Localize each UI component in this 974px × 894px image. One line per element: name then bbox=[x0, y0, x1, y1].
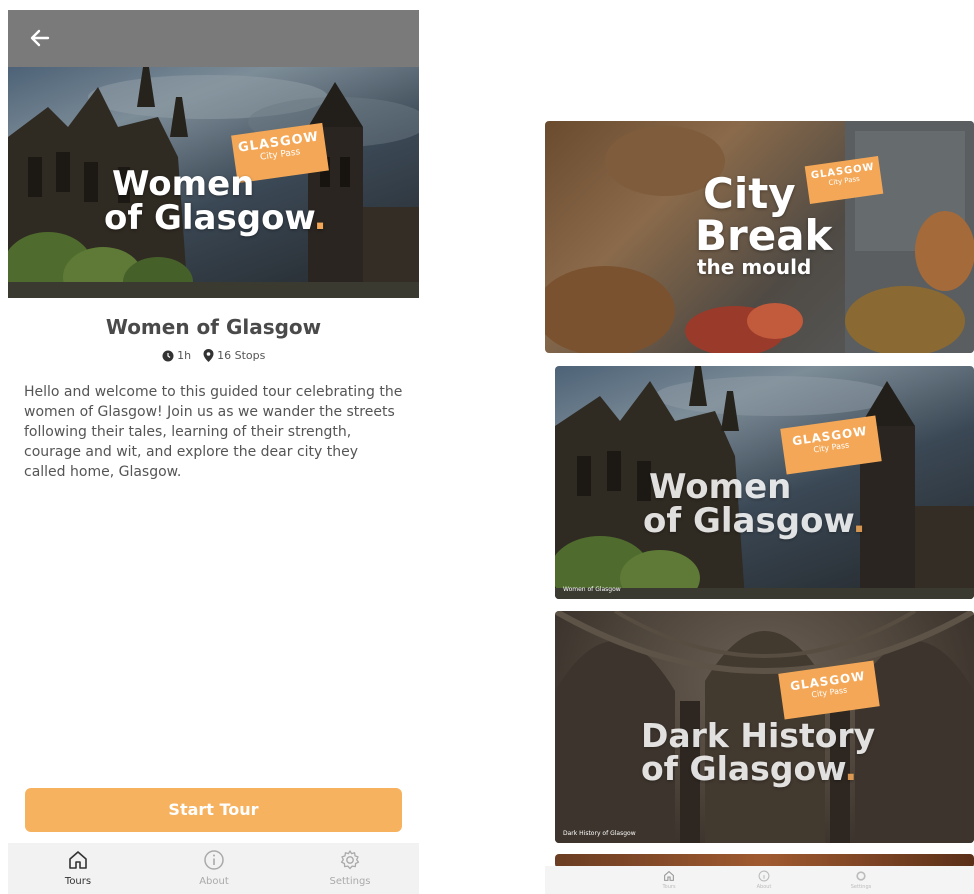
bottom-navigation: Tours About Settings bbox=[545, 866, 974, 894]
card-title-dark-history: Dark History of Glasgow. bbox=[641, 716, 876, 788]
tour-detail-screen: GLASGOW City Pass Women of Glasgow. Wome… bbox=[8, 10, 419, 894]
location-pin-icon bbox=[203, 348, 214, 362]
card-title-women-of-glasgow: Women of Glasgow. bbox=[643, 467, 866, 541]
info-icon bbox=[204, 850, 224, 870]
tour-card-dark-history[interactable]: GLASGOW City Pass Dark History of Glasgo… bbox=[555, 611, 974, 843]
nav-tab-settings[interactable]: Settings bbox=[305, 849, 395, 887]
gear-icon bbox=[340, 850, 360, 870]
back-arrow-icon[interactable] bbox=[26, 24, 54, 52]
nav-tab-about[interactable]: About bbox=[169, 849, 259, 887]
nav-tab-settings[interactable]: Settings bbox=[841, 870, 881, 890]
home-icon bbox=[69, 851, 87, 869]
bottom-navigation: Tours About Settings bbox=[8, 843, 419, 894]
tour-card-women-of-glasgow[interactable]: GLASGOW City Pass Women of Glasgow. Wome… bbox=[555, 366, 974, 599]
start-tour-button[interactable]: Start Tour bbox=[25, 788, 402, 832]
hero-title-overlay: Women of Glasgow. bbox=[104, 164, 327, 238]
tour-meta: 1h 16 Stops bbox=[8, 348, 419, 362]
info-icon bbox=[758, 870, 770, 882]
tour-stops: 16 Stops bbox=[217, 348, 266, 362]
nav-tab-about[interactable]: About bbox=[744, 870, 784, 890]
card-caption: Dark History of Glasgow bbox=[563, 830, 636, 837]
nav-tab-tours[interactable]: Tours bbox=[33, 849, 123, 887]
card-title-city-break: City Break the mould bbox=[695, 169, 833, 279]
tour-hero-image: GLASGOW City Pass Women of Glasgow. bbox=[8, 67, 419, 298]
app-bar bbox=[8, 10, 419, 67]
clock-icon bbox=[162, 349, 174, 362]
tour-duration: 1h bbox=[177, 348, 192, 362]
home-icon bbox=[664, 870, 674, 881]
tours-list-screen: GLASGOW City Pass City Break the mould G… bbox=[545, 121, 974, 894]
gear-icon bbox=[856, 871, 866, 881]
tour-card-city-break[interactable]: GLASGOW City Pass City Break the mould bbox=[545, 121, 974, 353]
tour-title: Women of Glasgow bbox=[105, 315, 322, 339]
nav-tab-tours[interactable]: Tours bbox=[649, 870, 689, 890]
card-caption: Women of Glasgow bbox=[563, 586, 621, 593]
tour-description: Hello and welcome to this guided tour ce… bbox=[24, 384, 403, 480]
